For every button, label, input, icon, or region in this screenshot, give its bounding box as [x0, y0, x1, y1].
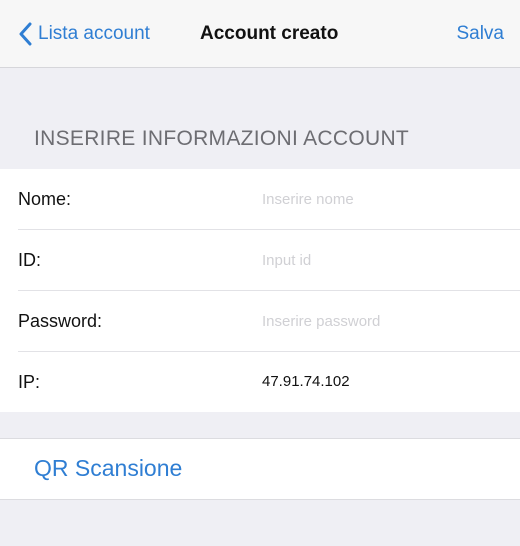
password-row: Password:	[0, 291, 520, 351]
id-field[interactable]	[262, 245, 502, 275]
section-header: INSERIRE INFORMAZIONI ACCOUNT	[34, 127, 410, 150]
password-field[interactable]	[262, 306, 502, 336]
name-row: Nome:	[0, 169, 520, 229]
chevron-left-icon	[19, 22, 32, 46]
qr-group: QR Scansione	[0, 438, 520, 500]
password-label: Password:	[18, 311, 103, 331]
ip-row: IP: 47.91.74.102	[0, 352, 520, 412]
account-form: Nome: ID: Password: IP: 47.91.74.102	[0, 169, 520, 412]
name-field[interactable]	[262, 184, 502, 214]
ip-value[interactable]: 47.91.74.102	[262, 370, 350, 394]
back-button-label: Lista account	[38, 23, 150, 44]
id-label: ID:	[18, 250, 42, 270]
ip-label: IP:	[18, 372, 41, 392]
back-button[interactable]: Lista account	[18, 20, 150, 48]
group-border-bottom	[0, 499, 520, 500]
page-title: Account creato	[200, 23, 339, 44]
id-row: ID:	[0, 230, 520, 290]
qr-scan-button[interactable]: QR Scansione	[34, 452, 182, 484]
save-button[interactable]: Salva	[456, 20, 504, 48]
group-border-top	[0, 438, 520, 439]
name-label: Nome:	[18, 189, 72, 209]
navigation-bar: Lista account Account creato Salva	[0, 0, 520, 68]
